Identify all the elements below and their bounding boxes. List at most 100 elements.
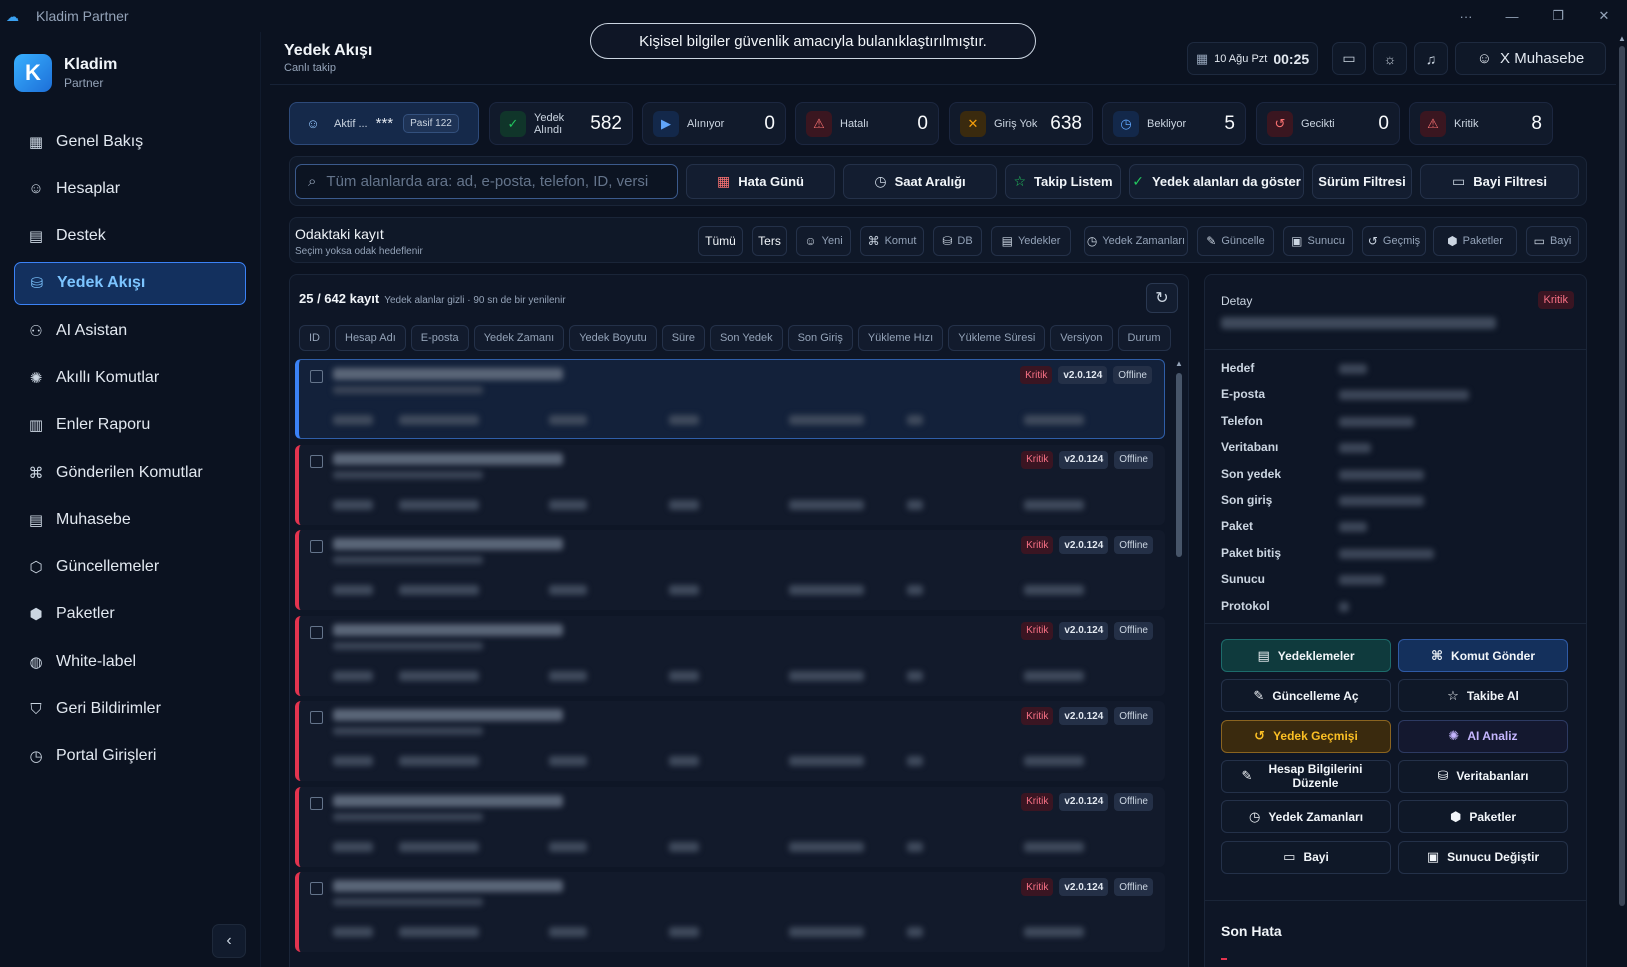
filter-hata-günü-button[interactable]: ▦ Hata Günü [686, 164, 835, 199]
stat-aktif-label: Aktif ... [334, 117, 368, 130]
scroll-up-icon[interactable]: ▲ [1175, 359, 1183, 368]
sunucu-değiştir-button[interactable]: ▣ Sunucu Değiştir [1398, 840, 1568, 874]
column-chip[interactable]: Versiyon [1050, 325, 1113, 351]
sidebar-item-enler-raporu[interactable]: ▥ Enler Raporu [14, 404, 246, 447]
restore-icon[interactable]: ❐ [1535, 0, 1581, 32]
focus-bayi-button[interactable]: ▭ Bayi [1526, 226, 1579, 256]
close-icon[interactable]: ✕ [1581, 0, 1627, 32]
column-chip[interactable]: Yükleme Hızı [857, 325, 944, 351]
sidebar-item-akıllı-komutlar[interactable]: ✺ Akıllı Komutlar [14, 356, 246, 399]
focus-geçmiş-button[interactable]: ↺ Geçmiş [1362, 226, 1426, 256]
focus-yeni-button[interactable]: ☺ Yeni [796, 226, 851, 256]
sidebar-item-muhasebe[interactable]: ▤ Muhasebe [14, 498, 246, 541]
window-scrollbar[interactable]: ▲ [1617, 32, 1627, 967]
filter-yedek-alanları-da-göster-button[interactable]: ✓ Yedek alanları da göster [1129, 164, 1304, 199]
minimize-icon[interactable]: — [1489, 0, 1535, 32]
scroll-up-icon[interactable]: ▲ [1618, 34, 1626, 43]
search-input[interactable]: ⌕ Tüm alanlarda ara: ad, e-posta, telefo… [295, 164, 678, 199]
filter-takip-listem-button[interactable]: ☆ Takip Listem [1005, 164, 1121, 199]
focus-paketler-button[interactable]: ⬢ Paketler [1433, 226, 1517, 256]
sidebar-item-geri-bildirimler[interactable]: ⛉ Geri Bildirimler [14, 688, 246, 731]
messages-button[interactable]: ▭ [1332, 42, 1366, 75]
yedeklemeler-button[interactable]: ▤ Yedeklemeler [1221, 639, 1391, 672]
sidebar-item-destek[interactable]: ▤ Destek [14, 215, 246, 258]
column-chip[interactable]: Durum [1117, 325, 1171, 351]
row-checkbox[interactable] [310, 370, 323, 383]
focus-güncelle-button[interactable]: ✎ Güncelle [1197, 226, 1274, 256]
filter-sürüm-filtresi-button[interactable]: Sürüm Filtresi [1312, 164, 1412, 199]
window-scroll-thumb[interactable] [1619, 46, 1625, 906]
stat-yedek-alındı[interactable]: ✓ Yedek Alındı 582 [489, 102, 633, 145]
column-chip[interactable]: Süre [661, 325, 705, 351]
veritabanları-button[interactable]: ⛁ Veritabanları [1398, 759, 1568, 793]
filter-bayi-filtresi-button[interactable]: ▭ Bayi Filtresi [1420, 164, 1579, 199]
focus-tümü-button[interactable]: Tümü [698, 226, 743, 256]
paketler-button[interactable]: ⬢ Paketler [1398, 800, 1568, 834]
list-scrollbar[interactable]: ▲ [1174, 359, 1184, 967]
more-icon[interactable]: ··· [1443, 0, 1489, 32]
stat-hatalı[interactable]: ⚠ Hatalı 0 [795, 102, 939, 145]
stat-kritik[interactable]: ⚠ Kritik 8 [1409, 102, 1553, 145]
theme-toggle-button[interactable]: ☼ [1373, 42, 1407, 75]
stat-aktif[interactable]: ☺ Aktif ... *** Pasif 122 [289, 102, 479, 145]
focus-sunucu-button[interactable]: ▣ Sunucu [1283, 226, 1353, 256]
komut-gönder-button[interactable]: ⌘ Komut Gönder [1398, 639, 1568, 672]
column-chip[interactable]: Yedek Zamanı [473, 325, 565, 351]
sidebar-item-hesaplar[interactable]: ☺ Hesaplar [14, 167, 246, 210]
focus-yedekler-button[interactable]: ▤ Yedekler [991, 226, 1071, 256]
sidebar-item-gönderilen-komutlar[interactable]: ⌘ Gönderilen Komutlar [14, 451, 246, 494]
column-chip[interactable]: Son Giriş [787, 325, 853, 351]
row-checkbox[interactable] [310, 454, 323, 468]
date-time-display[interactable]: ▦ 10 Ağu Pzt 00:25 [1187, 42, 1318, 75]
stat-alınıyor[interactable]: ▶ Alınıyor 0 [642, 102, 786, 145]
user-menu-button[interactable]: ☺ X Muhasebe [1455, 42, 1606, 75]
row-checkbox[interactable] [310, 796, 323, 810]
ai-analiz-button[interactable]: ✺ AI Analiz [1398, 719, 1568, 753]
row-checkbox[interactable] [310, 625, 323, 639]
column-chip[interactable]: Yükleme Süresi [948, 325, 1046, 351]
collapse-sidebar-button[interactable]: ‹ [212, 924, 246, 958]
column-chip[interactable]: E-posta [410, 325, 469, 351]
sidebar-item-genel-bakış[interactable]: ▦ Genel Bakış [14, 120, 246, 163]
table-row[interactable]: Kritik v2.0.124 Offline [295, 359, 1165, 439]
brand[interactable]: K Kladim Partner [14, 54, 117, 92]
row-checkbox[interactable] [310, 540, 323, 553]
focus-ters-button[interactable]: Ters [752, 226, 787, 256]
list-scroll-thumb[interactable] [1176, 373, 1182, 557]
app-window: ☁ Kladim Partner ··· — ❐ ✕ K Kladim Part… [0, 0, 1627, 967]
bayi-button[interactable]: ▭ Bayi [1221, 840, 1391, 874]
yedek-geçmişi-button[interactable]: ↺ Yedek Geçmişi [1221, 719, 1391, 753]
column-chip[interactable]: Yedek Boyutu [569, 325, 657, 351]
refresh-button[interactable]: ↻ [1146, 283, 1178, 313]
güncelleme-aç-button[interactable]: ✎ Güncelleme Aç [1221, 679, 1391, 713]
hesap-bilgilerini-düzenle-button[interactable]: ✎ Hesap Bilgilerini Düzenle [1221, 759, 1391, 793]
column-chip[interactable]: Son Yedek [709, 325, 783, 351]
column-chip[interactable]: Hesap Adı [335, 325, 406, 351]
table-row[interactable]: Kritik v2.0.124 Offline [295, 786, 1165, 867]
sidebar-item-white-label[interactable]: ◍ White-label [14, 640, 246, 683]
filter-saat-aralığı-button[interactable]: ◷ Saat Aralığı [843, 164, 997, 199]
sidebar-item-portal-girişleri[interactable]: ◷ Portal Girişleri [14, 735, 246, 778]
stat-gecikti[interactable]: ↺ Gecikti 0 [1256, 102, 1400, 145]
sidebar-item-yedek-akışı[interactable]: ⛁ Yedek Akışı [14, 261, 246, 305]
table-row[interactable]: Kritik v2.0.124 Offline [295, 872, 1165, 952]
table-row[interactable]: Kritik v2.0.124 Offline [295, 444, 1165, 525]
takibe-al-button[interactable]: ☆ Takibe Al [1398, 679, 1568, 713]
sidebar-item-güncellemeler[interactable]: ⬡ Güncellemeler [14, 546, 246, 589]
table-row[interactable]: Kritik v2.0.124 Offline [295, 701, 1165, 781]
table-row[interactable]: Kritik v2.0.124 Offline [295, 530, 1165, 610]
sidebar-item-paketler[interactable]: ⬢ Paketler [14, 593, 246, 636]
yedek-zamanları-button[interactable]: ◷ Yedek Zamanları [1221, 800, 1391, 834]
focus-komut-button[interactable]: ⌘ Komut [860, 226, 924, 256]
focus-yedek-zamanları-button[interactable]: ◷ Yedek Zamanları [1084, 226, 1188, 256]
brand-subtitle: Partner [64, 76, 104, 90]
focus-db-button[interactable]: ⛁ DB [933, 226, 982, 256]
stat-bekliyor[interactable]: ◷ Bekliyor 5 [1102, 102, 1246, 145]
row-checkbox[interactable] [310, 882, 323, 895]
stat-giri-yok[interactable]: ✕ Giriş Yok 638 [949, 102, 1093, 145]
column-chip[interactable]: ID [299, 325, 330, 351]
notifications-button[interactable]: ♫ [1414, 42, 1448, 75]
table-row[interactable]: Kritik v2.0.124 Offline [295, 615, 1165, 696]
sidebar-item-ai-asistan[interactable]: ⚇ AI Asistan [14, 309, 246, 352]
row-checkbox[interactable] [310, 711, 323, 724]
